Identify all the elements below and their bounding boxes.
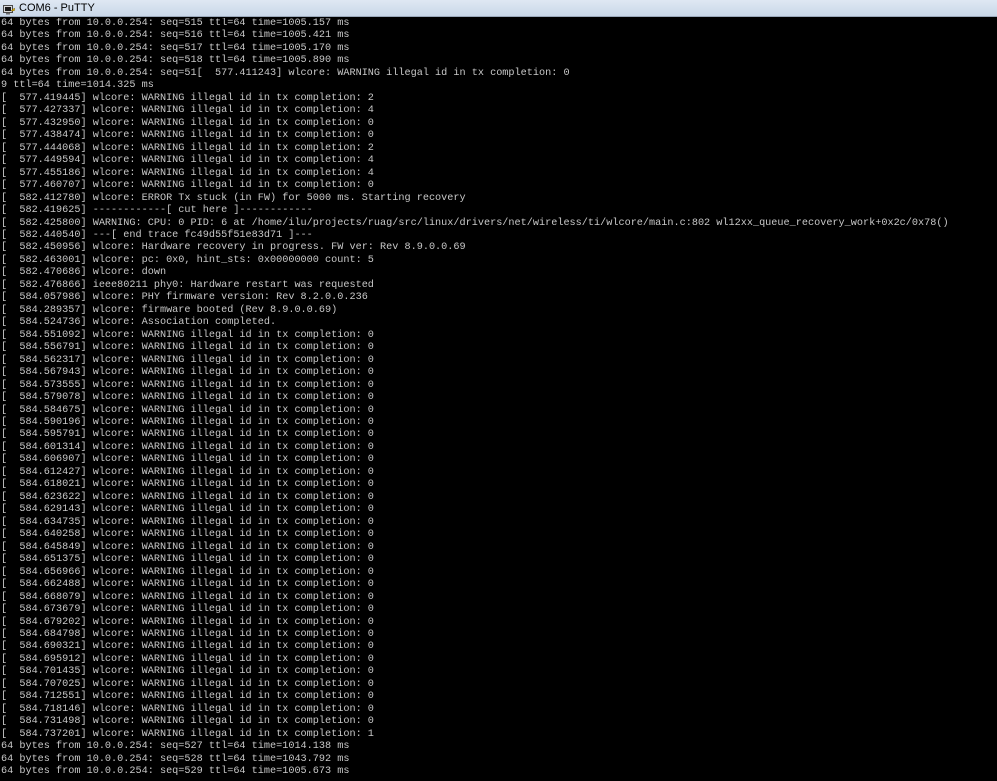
terminal-line: [ 577.427337] wlcore: WARNING illegal id… (1, 105, 374, 117)
terminal-line: [ 582.476866] ieee80211 phy0: Hardware r… (1, 279, 374, 291)
terminal-line: [ 584.057986] wlcore: PHY firmware versi… (1, 292, 368, 304)
terminal-line: [ 582.425800] WARNING: CPU: 0 PID: 6 at … (1, 217, 949, 229)
terminal-line: [ 582.463001] wlcore: pc: 0x0, hint_sts:… (1, 254, 374, 266)
terminal-line: [ 584.673679] wlcore: WARNING illegal id… (1, 604, 374, 616)
terminal-line: [ 577.432950] wlcore: WARNING illegal id… (1, 117, 374, 129)
terminal-line: [ 584.731498] wlcore: WARNING illegal id… (1, 716, 374, 728)
terminal-line: [ 582.419625] ------------[ cut here ]--… (1, 205, 313, 217)
title-bar[interactable]: COM6 - PuTTY (0, 0, 997, 17)
terminal-line: [ 584.679202] wlcore: WARNING illegal id… (1, 616, 374, 628)
terminal-line: [ 584.668079] wlcore: WARNING illegal id… (1, 591, 374, 603)
terminal-line: [ 582.412780] wlcore: ERROR Tx stuck (in… (1, 192, 466, 204)
terminal-line: [ 584.662488] wlcore: WARNING illegal id… (1, 579, 374, 591)
terminal-line: [ 584.573555] wlcore: WARNING illegal id… (1, 379, 374, 391)
terminal-line: [ 584.524736] wlcore: Association comple… (1, 317, 277, 329)
terminal-line: [ 584.737201] wlcore: WARNING illegal id… (1, 728, 374, 740)
terminal-line: 64 bytes from 10.0.0.254: seq=528 ttl=64… (1, 753, 350, 765)
terminal-line: [ 582.440540] ---[ end trace fc49d55f51e… (1, 229, 313, 241)
terminal-line: 64 bytes from 10.0.0.254: seq=517 ttl=64… (1, 42, 350, 54)
terminal-line: [ 584.606907] wlcore: WARNING illegal id… (1, 454, 374, 466)
terminal-output[interactable]: 64 bytes from 10.0.0.254: seq=515 ttl=64… (1, 18, 997, 781)
terminal-line: [ 584.551092] wlcore: WARNING illegal id… (1, 329, 374, 341)
terminal-line: [ 584.651375] wlcore: WARNING illegal id… (1, 554, 374, 566)
terminal-line: [ 584.634735] wlcore: WARNING illegal id… (1, 516, 374, 528)
terminal-line: [ 577.449594] wlcore: WARNING illegal id… (1, 155, 374, 167)
terminal-line: [ 584.656966] wlcore: WARNING illegal id… (1, 566, 374, 578)
terminal-line: [ 577.438474] wlcore: WARNING illegal id… (1, 130, 374, 142)
terminal-line: [ 584.556791] wlcore: WARNING illegal id… (1, 342, 374, 354)
terminal-line: [ 577.460707] wlcore: WARNING illegal id… (1, 180, 374, 192)
terminal-line: [ 584.584675] wlcore: WARNING illegal id… (1, 404, 374, 416)
terminal-line: [ 584.289357] wlcore: firmware booted (R… (1, 304, 338, 316)
terminal-line: [ 584.712551] wlcore: WARNING illegal id… (1, 691, 374, 703)
terminal-line: 64 bytes from 10.0.0.254: seq=515 ttl=64… (1, 18, 350, 29)
terminal-line: [ 584.562317] wlcore: WARNING illegal id… (1, 354, 374, 366)
terminal-line: [ 584.629143] wlcore: WARNING illegal id… (1, 504, 374, 516)
terminal-line: 64 bytes from 10.0.0.254: seq=51[ 577.41… (1, 67, 570, 79)
terminal-line: [ 584.640258] wlcore: WARNING illegal id… (1, 529, 374, 541)
terminal-line: [ 584.718146] wlcore: WARNING illegal id… (1, 703, 374, 715)
terminal-line: [ 582.450956] wlcore: Hardware recovery … (1, 242, 466, 254)
putty-terminal-icon (3, 3, 15, 14)
terminal-line: [ 577.419445] wlcore: WARNING illegal id… (1, 92, 374, 104)
terminal-line: 64 bytes from 10.0.0.254: seq=529 ttl=64… (1, 766, 350, 778)
terminal-line: [ 577.455186] wlcore: WARNING illegal id… (1, 167, 374, 179)
terminal-line: [ 584.701435] wlcore: WARNING illegal id… (1, 666, 374, 678)
terminal-line: [ 584.612427] wlcore: WARNING illegal id… (1, 466, 374, 478)
terminal-line: [ 584.590196] wlcore: WARNING illegal id… (1, 417, 374, 428)
terminal-line: 64 bytes from 10.0.0.254: seq=516 ttl=64… (1, 30, 350, 42)
terminal-line: [ 584.579078] wlcore: WARNING illegal id… (1, 392, 374, 404)
terminal-line: 9 ttl=64 time=1014.325 ms (1, 80, 154, 92)
terminal-line: 64 bytes from 10.0.0.254: seq=527 ttl=64… (1, 741, 350, 753)
terminal-line: [ 584.623622] wlcore: WARNING illegal id… (1, 491, 374, 503)
terminal-line: [ 584.695912] wlcore: WARNING illegal id… (1, 653, 374, 665)
terminal-line: [ 584.567943] wlcore: WARNING illegal id… (1, 367, 374, 379)
terminal-line: [ 584.618021] wlcore: WARNING illegal id… (1, 479, 374, 491)
window-title: COM6 - PuTTY (19, 2, 95, 14)
terminal-line: [ 582.470686] wlcore: down (1, 267, 167, 279)
terminal-line: [ 584.601314] wlcore: WARNING illegal id… (1, 441, 374, 453)
terminal-line: [ 584.595791] wlcore: WARNING illegal id… (1, 429, 374, 441)
terminal-line: 64 bytes from 10.0.0.254: seq=518 ttl=64… (1, 55, 350, 67)
terminal-line: [ 584.707025] wlcore: WARNING illegal id… (1, 678, 374, 690)
terminal-line: [ 584.684798] wlcore: WARNING illegal id… (1, 628, 374, 640)
terminal-line: [ 584.645849] wlcore: WARNING illegal id… (1, 541, 374, 553)
terminal-line: [ 584.690321] wlcore: WARNING illegal id… (1, 641, 374, 653)
terminal-line: [ 577.444068] wlcore: WARNING illegal id… (1, 142, 374, 154)
putty-window: COM6 - PuTTY 64 bytes from 10.0.0.254: s… (0, 0, 997, 781)
